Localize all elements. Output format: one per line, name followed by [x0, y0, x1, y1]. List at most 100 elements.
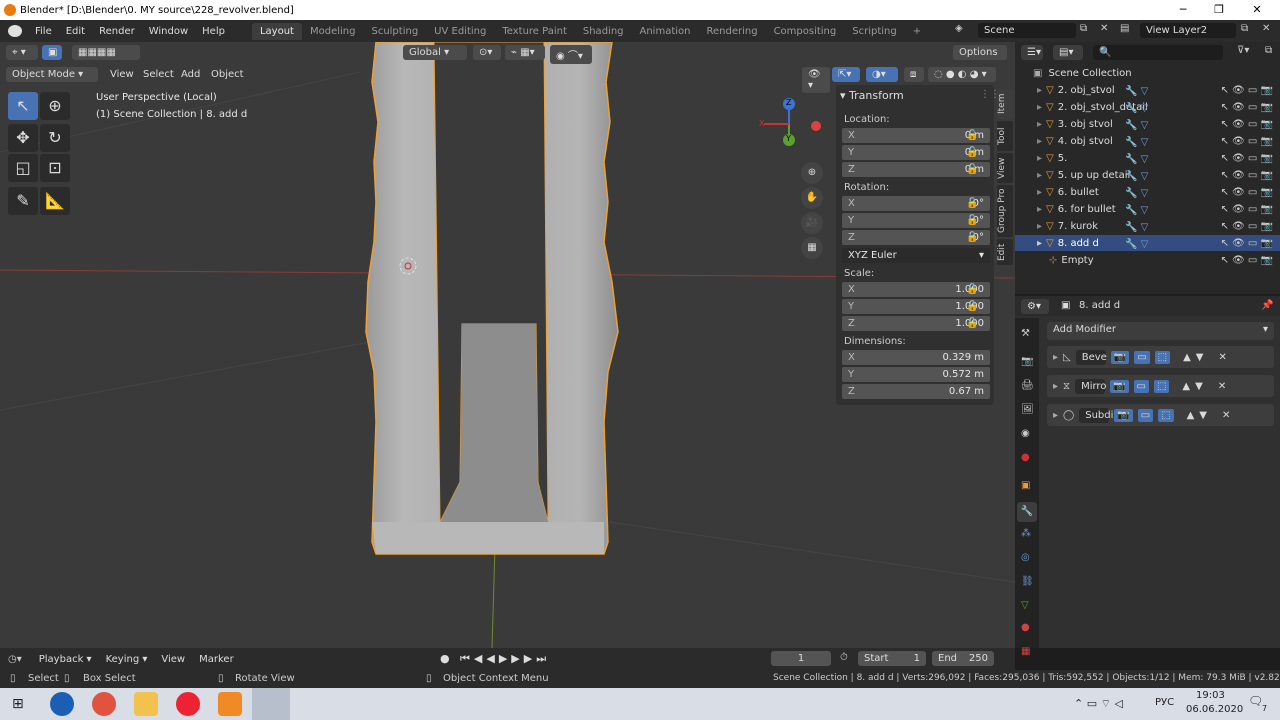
current-frame-field[interactable]: 1: [771, 651, 831, 666]
rotation-mode-dropdown[interactable]: XYZ Euler ▾: [842, 248, 990, 263]
chrome-icon[interactable]: [92, 692, 116, 716]
modifier-bevel[interactable]: ▸ ◺ Beve 📷 ▭ ⬚ ▲ ▼ ✕: [1047, 346, 1274, 368]
mode-dropdown[interactable]: Object Mode ▾: [6, 67, 98, 82]
minimize-button[interactable]: ─: [1166, 0, 1200, 20]
start-frame-field[interactable]: Start 1: [858, 651, 926, 666]
render-tab-icon[interactable]: 📷: [1021, 356, 1033, 367]
ortho-grid-icon[interactable]: ▦: [801, 237, 823, 259]
camera-toggle-icon[interactable]: 📷: [1110, 379, 1129, 393]
menu-render[interactable]: Render: [92, 26, 142, 37]
lock-icon[interactable]: 🔓: [966, 301, 978, 312]
shading-mode-icons[interactable]: ◌ ● ◐ ◕ ▾: [928, 67, 996, 82]
lock-icon[interactable]: 🔓: [966, 198, 978, 209]
camera-view-icon[interactable]: 🎥: [801, 212, 823, 234]
options-dropdown[interactable]: Options: [953, 45, 1007, 60]
viewport-menu-view[interactable]: View: [104, 67, 140, 82]
material-tab-icon[interactable]: ●: [1021, 622, 1030, 633]
lock-icon[interactable]: 🔓: [966, 164, 978, 175]
notification-icon[interactable]: 🗨: [1248, 694, 1263, 708]
tab-texture-paint[interactable]: Texture Paint: [494, 23, 575, 40]
tab-compositing[interactable]: Compositing: [766, 23, 845, 40]
remove-modifier-icon[interactable]: ✕: [1219, 352, 1227, 363]
view-layer-icon[interactable]: ▤: [1120, 23, 1129, 34]
world-tab-icon[interactable]: ●: [1021, 452, 1030, 463]
viewport-toggle-icon[interactable]: ▭: [1137, 408, 1154, 422]
tab-shading[interactable]: Shading: [575, 23, 632, 40]
explorer-icon[interactable]: [134, 692, 158, 716]
remove-scene-icon[interactable]: ✕: [1100, 23, 1108, 34]
data-tab-icon[interactable]: ▽: [1021, 600, 1029, 611]
menu-window[interactable]: Window: [142, 26, 195, 37]
filter-icon[interactable]: ⊽▾: [1237, 45, 1249, 56]
rotate-tool-icon[interactable]: ↻: [40, 124, 70, 152]
dimensions-x-field[interactable]: X 0.329 m: [842, 350, 990, 365]
add-modifier-dropdown[interactable]: Add Modifier ▾: [1047, 322, 1274, 340]
new-collection-icon[interactable]: ⧉: [1265, 45, 1272, 56]
windows-start-icon[interactable]: ⊞: [12, 696, 28, 712]
move-down-icon[interactable]: ▼: [1195, 381, 1203, 392]
measure-tool-icon[interactable]: 📐: [40, 187, 70, 215]
lock-icon[interactable]: 🔓: [966, 215, 978, 226]
tab-sculpting[interactable]: Sculpting: [363, 23, 426, 40]
editmode-toggle-icon[interactable]: ⬚: [1158, 408, 1174, 422]
viewport-menu-object[interactable]: Object: [205, 67, 250, 82]
timeline-menu-marker[interactable]: Marker: [192, 654, 241, 665]
yandex-icon[interactable]: [176, 692, 200, 716]
move-up-icon[interactable]: ▲: [1183, 352, 1191, 363]
modifier-subdivision[interactable]: ▸ ◯ Subdi 📷 ▭ ⬚ ▲ ▼ ✕: [1047, 404, 1274, 426]
scene-tab-icon[interactable]: ◉: [1021, 428, 1030, 439]
record-icon[interactable]: ●: [440, 652, 450, 665]
annotate-tool-icon[interactable]: ✎: [8, 187, 38, 215]
app-icon[interactable]: [50, 692, 74, 716]
timeline-menu-view[interactable]: View: [154, 654, 192, 665]
transform-header[interactable]: ▾ Transform: [840, 89, 904, 102]
tray-icons[interactable]: ⌃ ▭ ⌔ ◁: [1074, 697, 1123, 711]
select-tool-icon[interactable]: ↖: [8, 92, 38, 120]
navigation-gizmo[interactable]: Z Y X: [756, 96, 826, 146]
add-workspace-icon[interactable]: +: [905, 23, 929, 40]
tab-modeling[interactable]: Modeling: [302, 23, 364, 40]
outliner-editor-icon[interactable]: ☰▾: [1021, 45, 1043, 60]
new-scene-icon[interactable]: ⧉: [1080, 23, 1087, 34]
display-mode-icon[interactable]: ▤▾: [1053, 45, 1083, 60]
editor-type-button[interactable]: ⌖ ▾: [6, 45, 38, 60]
camera-toggle-icon[interactable]: 📷: [1114, 408, 1133, 422]
view-layer-field[interactable]: View Layer2: [1140, 23, 1236, 38]
editmode-toggle-icon[interactable]: ⬚: [1153, 379, 1170, 393]
lock-icon[interactable]: 🔓: [966, 232, 978, 243]
menu-file[interactable]: File: [28, 26, 59, 37]
lock-icon[interactable]: 🔓: [966, 284, 978, 295]
modifier-name-field[interactable]: Subdi: [1079, 407, 1113, 423]
vlc-icon[interactable]: [218, 692, 242, 716]
modifier-mirror[interactable]: ▸ ⧖ Mirro 📷 ▭ ⬚ ▲ ▼ ✕: [1047, 375, 1274, 397]
select-mode-icons[interactable]: ▦▦▦▦: [72, 45, 140, 60]
move-tool-icon[interactable]: ✥: [8, 124, 38, 152]
tab-rendering[interactable]: Rendering: [698, 23, 765, 40]
orientation-dropdown[interactable]: Global ▾: [403, 45, 467, 60]
tab-uv-editing[interactable]: UV Editing: [426, 23, 494, 40]
scale-tool-icon[interactable]: ◱: [8, 154, 38, 182]
modifier-name-field[interactable]: Mirro: [1075, 378, 1106, 394]
snap-icon[interactable]: ⌁ ▦▾: [505, 45, 545, 60]
tab-scripting[interactable]: Scripting: [844, 23, 904, 40]
tool-tab-icon[interactable]: ⚒: [1021, 328, 1030, 339]
move-up-icon[interactable]: ▲: [1187, 410, 1195, 421]
scene-field[interactable]: Scene: [978, 23, 1076, 38]
properties-editor-icon[interactable]: ⚙▾: [1021, 299, 1049, 314]
language-indicator[interactable]: РУС: [1155, 697, 1174, 708]
editmode-toggle-icon[interactable]: ⬚: [1154, 350, 1171, 364]
move-down-icon[interactable]: ▼: [1196, 352, 1204, 363]
viewport-menu-add[interactable]: Add: [175, 67, 206, 82]
viewport-toggle-icon[interactable]: ▭: [1134, 350, 1150, 364]
tab-edit[interactable]: Edit: [997, 239, 1013, 265]
menu-help[interactable]: Help: [195, 26, 232, 37]
blender-task-icon[interactable]: [252, 688, 290, 720]
visibility-icon[interactable]: 👁▾: [802, 67, 830, 93]
particles-tab-icon[interactable]: ⁂: [1021, 528, 1031, 539]
proportional-edit-icon[interactable]: ◉ ⌒▾: [550, 45, 592, 64]
view-layer-tab-icon[interactable]: 🖼: [1021, 404, 1034, 415]
menu-edit[interactable]: Edit: [59, 26, 92, 37]
new-view-layer-icon[interactable]: ⧉: [1241, 23, 1248, 34]
xray-icon[interactable]: ⧈: [904, 67, 924, 82]
pivot-icon[interactable]: ⊙▾: [473, 45, 501, 60]
